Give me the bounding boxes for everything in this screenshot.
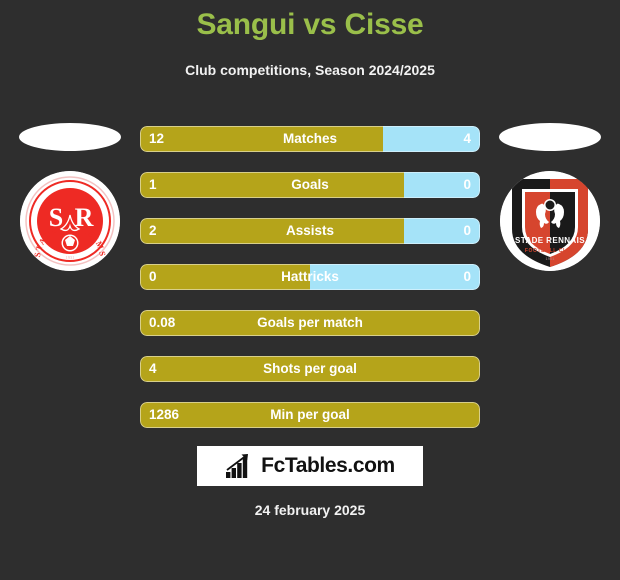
stat-row-min-per-goal: 1286 Min per goal: [140, 402, 480, 428]
away-stat-value: 4: [463, 131, 471, 146]
stat-row-goals: 1 Goals 0: [140, 172, 480, 198]
stade-de-reims-crest: STADE DE REIMS S R 1931: [20, 171, 120, 271]
stat-row-assists: 2 Assists 0: [140, 218, 480, 244]
svg-text:STADE RENNAIS: STADE RENNAIS: [515, 236, 585, 245]
home-badge-cap-ellipse: [19, 123, 121, 151]
svg-text:1901: 1901: [546, 256, 556, 261]
away-stat-value: 0: [463, 177, 471, 192]
stat-row-hattricks: 0 Hattricks 0: [140, 264, 480, 290]
fctables-logo[interactable]: FcTables.com: [197, 446, 423, 486]
home-team-badge-column: STADE DE REIMS S R 1931: [0, 118, 140, 298]
stat-label: Matches: [282, 131, 338, 146]
page-subtitle: Club competitions, Season 2024/2025: [185, 62, 435, 78]
report-date: 24 february 2025: [254, 502, 366, 518]
svg-text:S: S: [49, 203, 63, 232]
away-stat-value: 0: [463, 269, 471, 284]
svg-text:1931: 1931: [66, 255, 75, 260]
svg-text:FOOTBALL CLUB: FOOTBALL CLUB: [525, 248, 575, 254]
stat-row-matches: 12 Matches 4: [140, 126, 480, 152]
page-title: Sangui vs Cisse: [196, 8, 424, 41]
away-team-badge-column: STADE RENNAIS FOOTBALL CLUB 1901: [480, 118, 620, 298]
stat-label: Hattricks: [281, 269, 339, 284]
away-badge-cap-ellipse: [499, 123, 601, 151]
stat-label: Shots per goal: [263, 361, 357, 376]
stat-label: Goals: [291, 177, 329, 192]
stat-label: Assists: [285, 223, 335, 238]
stade-rennais-crest: STADE RENNAIS FOOTBALL CLUB 1901: [500, 171, 600, 271]
stat-row-goals-per-match: 0.08 Goals per match: [140, 310, 480, 336]
stats-comparison-page: Sangui vs Cisse Club competitions, Seaso…: [0, 0, 620, 580]
stat-label: Goals per match: [257, 315, 363, 330]
stats-bar-list: 12 Matches 4 1 Goals 0 2 Assists 0 0 Hat…: [140, 126, 480, 448]
fctables-logo-text: FcTables.com: [261, 454, 395, 477]
stat-label: Min per goal: [270, 407, 350, 422]
bar-chart-growth-icon: [226, 454, 249, 478]
stat-row-shots-per-goal: 4 Shots per goal: [140, 356, 480, 382]
away-stat-value: 0: [463, 223, 471, 238]
